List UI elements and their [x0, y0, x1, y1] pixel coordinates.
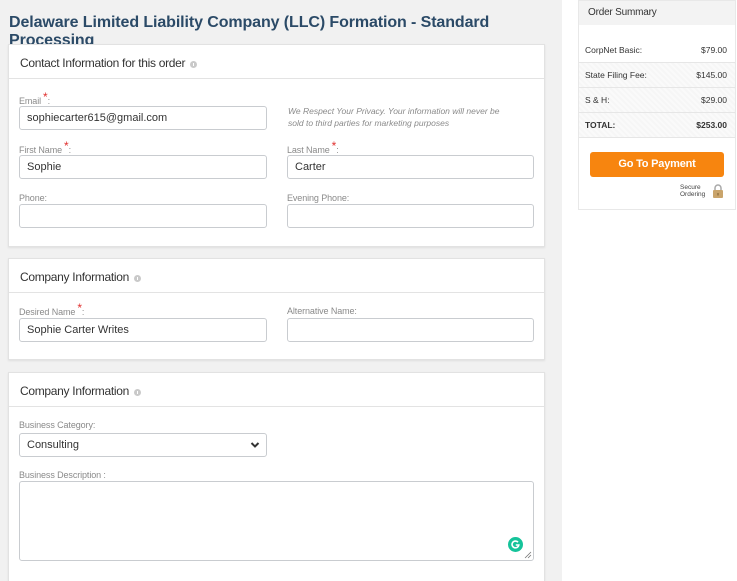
info-icon[interactable]	[134, 275, 142, 282]
business-description-label: Business Description :	[19, 470, 106, 480]
alternative-name-field[interactable]	[287, 318, 534, 342]
business-category-select[interactable]: Consulting	[19, 433, 267, 457]
desired-name-field[interactable]: Sophie Carter Writes	[19, 318, 267, 342]
summary-row-label: S & H:	[585, 95, 610, 105]
required-asterisk: *	[77, 301, 82, 315]
summary-total-value: $253.00	[696, 120, 727, 130]
summary-row-value: $79.00	[701, 45, 727, 55]
business-info-card: Company Information Business Category: C…	[8, 372, 545, 581]
desired-name-label: Desired Name *:	[19, 301, 85, 317]
business-category-label: Business Category:	[19, 420, 96, 430]
order-summary-title: Order Summary	[579, 1, 735, 25]
chevron-down-icon	[250, 442, 260, 448]
required-asterisk: *	[331, 139, 337, 153]
resize-handle-icon[interactable]	[524, 551, 532, 559]
privacy-note: We Respect Your Privacy. Your informatio…	[288, 106, 500, 128]
last-name-field[interactable]: Carter	[287, 155, 534, 179]
grammarly-icon[interactable]	[508, 537, 523, 552]
summary-total-row: TOTAL: $253.00	[579, 113, 735, 138]
summary-row-value: $29.00	[701, 95, 727, 105]
phone-label: Phone:	[19, 193, 47, 203]
main-content: Delaware Limited Liability Company (LLC)…	[0, 0, 562, 581]
first-name-label: First Name *:	[19, 139, 71, 155]
email-field[interactable]: sophiecarter615@gmail.com	[19, 106, 267, 130]
last-name-label: Last Name *:	[287, 139, 339, 155]
phone-field[interactable]	[19, 204, 267, 228]
business-info-header: Company Information	[9, 373, 544, 407]
alternative-name-label: Alternative Name:	[287, 306, 357, 316]
summary-row: CorpNet Basic: $79.00	[579, 38, 735, 63]
required-asterisk: *	[64, 139, 69, 153]
info-icon[interactable]	[134, 389, 142, 396]
business-description-textarea[interactable]	[19, 481, 534, 561]
evening-phone-label: Evening Phone:	[287, 193, 350, 203]
summary-row: S & H: $29.00	[579, 88, 735, 113]
business-category-value: Consulting	[27, 439, 79, 451]
lock-icon	[713, 184, 723, 198]
summary-total-label: TOTAL:	[585, 120, 616, 130]
company-info-card: Company Information Desired Name *: Sophi…	[8, 258, 545, 360]
order-summary-rows: CorpNet Basic: $79.00 State Filing Fee: …	[579, 38, 735, 138]
contact-info-card: Contact Information for this order Email…	[8, 44, 545, 247]
required-asterisk: *	[43, 90, 48, 104]
summary-row: State Filing Fee: $145.00	[579, 63, 735, 88]
summary-row-label: CorpNet Basic:	[585, 45, 643, 55]
first-name-field[interactable]: Sophie	[19, 155, 267, 179]
go-to-payment-button[interactable]: Go To Payment	[590, 152, 724, 177]
company-info-header: Company Information	[9, 259, 544, 293]
contact-info-title: Contact Information for this order	[20, 56, 186, 70]
company-info-title: Company Information	[20, 270, 130, 284]
summary-row-label: State Filing Fee:	[585, 70, 647, 80]
order-summary-panel: Order Summary CorpNet Basic: $79.00 Stat…	[578, 0, 736, 210]
summary-row-value: $145.00	[696, 70, 727, 80]
contact-info-header: Contact Information for this order	[9, 45, 544, 79]
info-icon[interactable]	[190, 61, 198, 68]
evening-phone-field[interactable]	[287, 204, 534, 228]
email-label: Email *:	[19, 90, 50, 106]
secure-ordering-text: Secure Ordering	[680, 184, 706, 198]
business-info-title: Company Information	[20, 384, 130, 398]
